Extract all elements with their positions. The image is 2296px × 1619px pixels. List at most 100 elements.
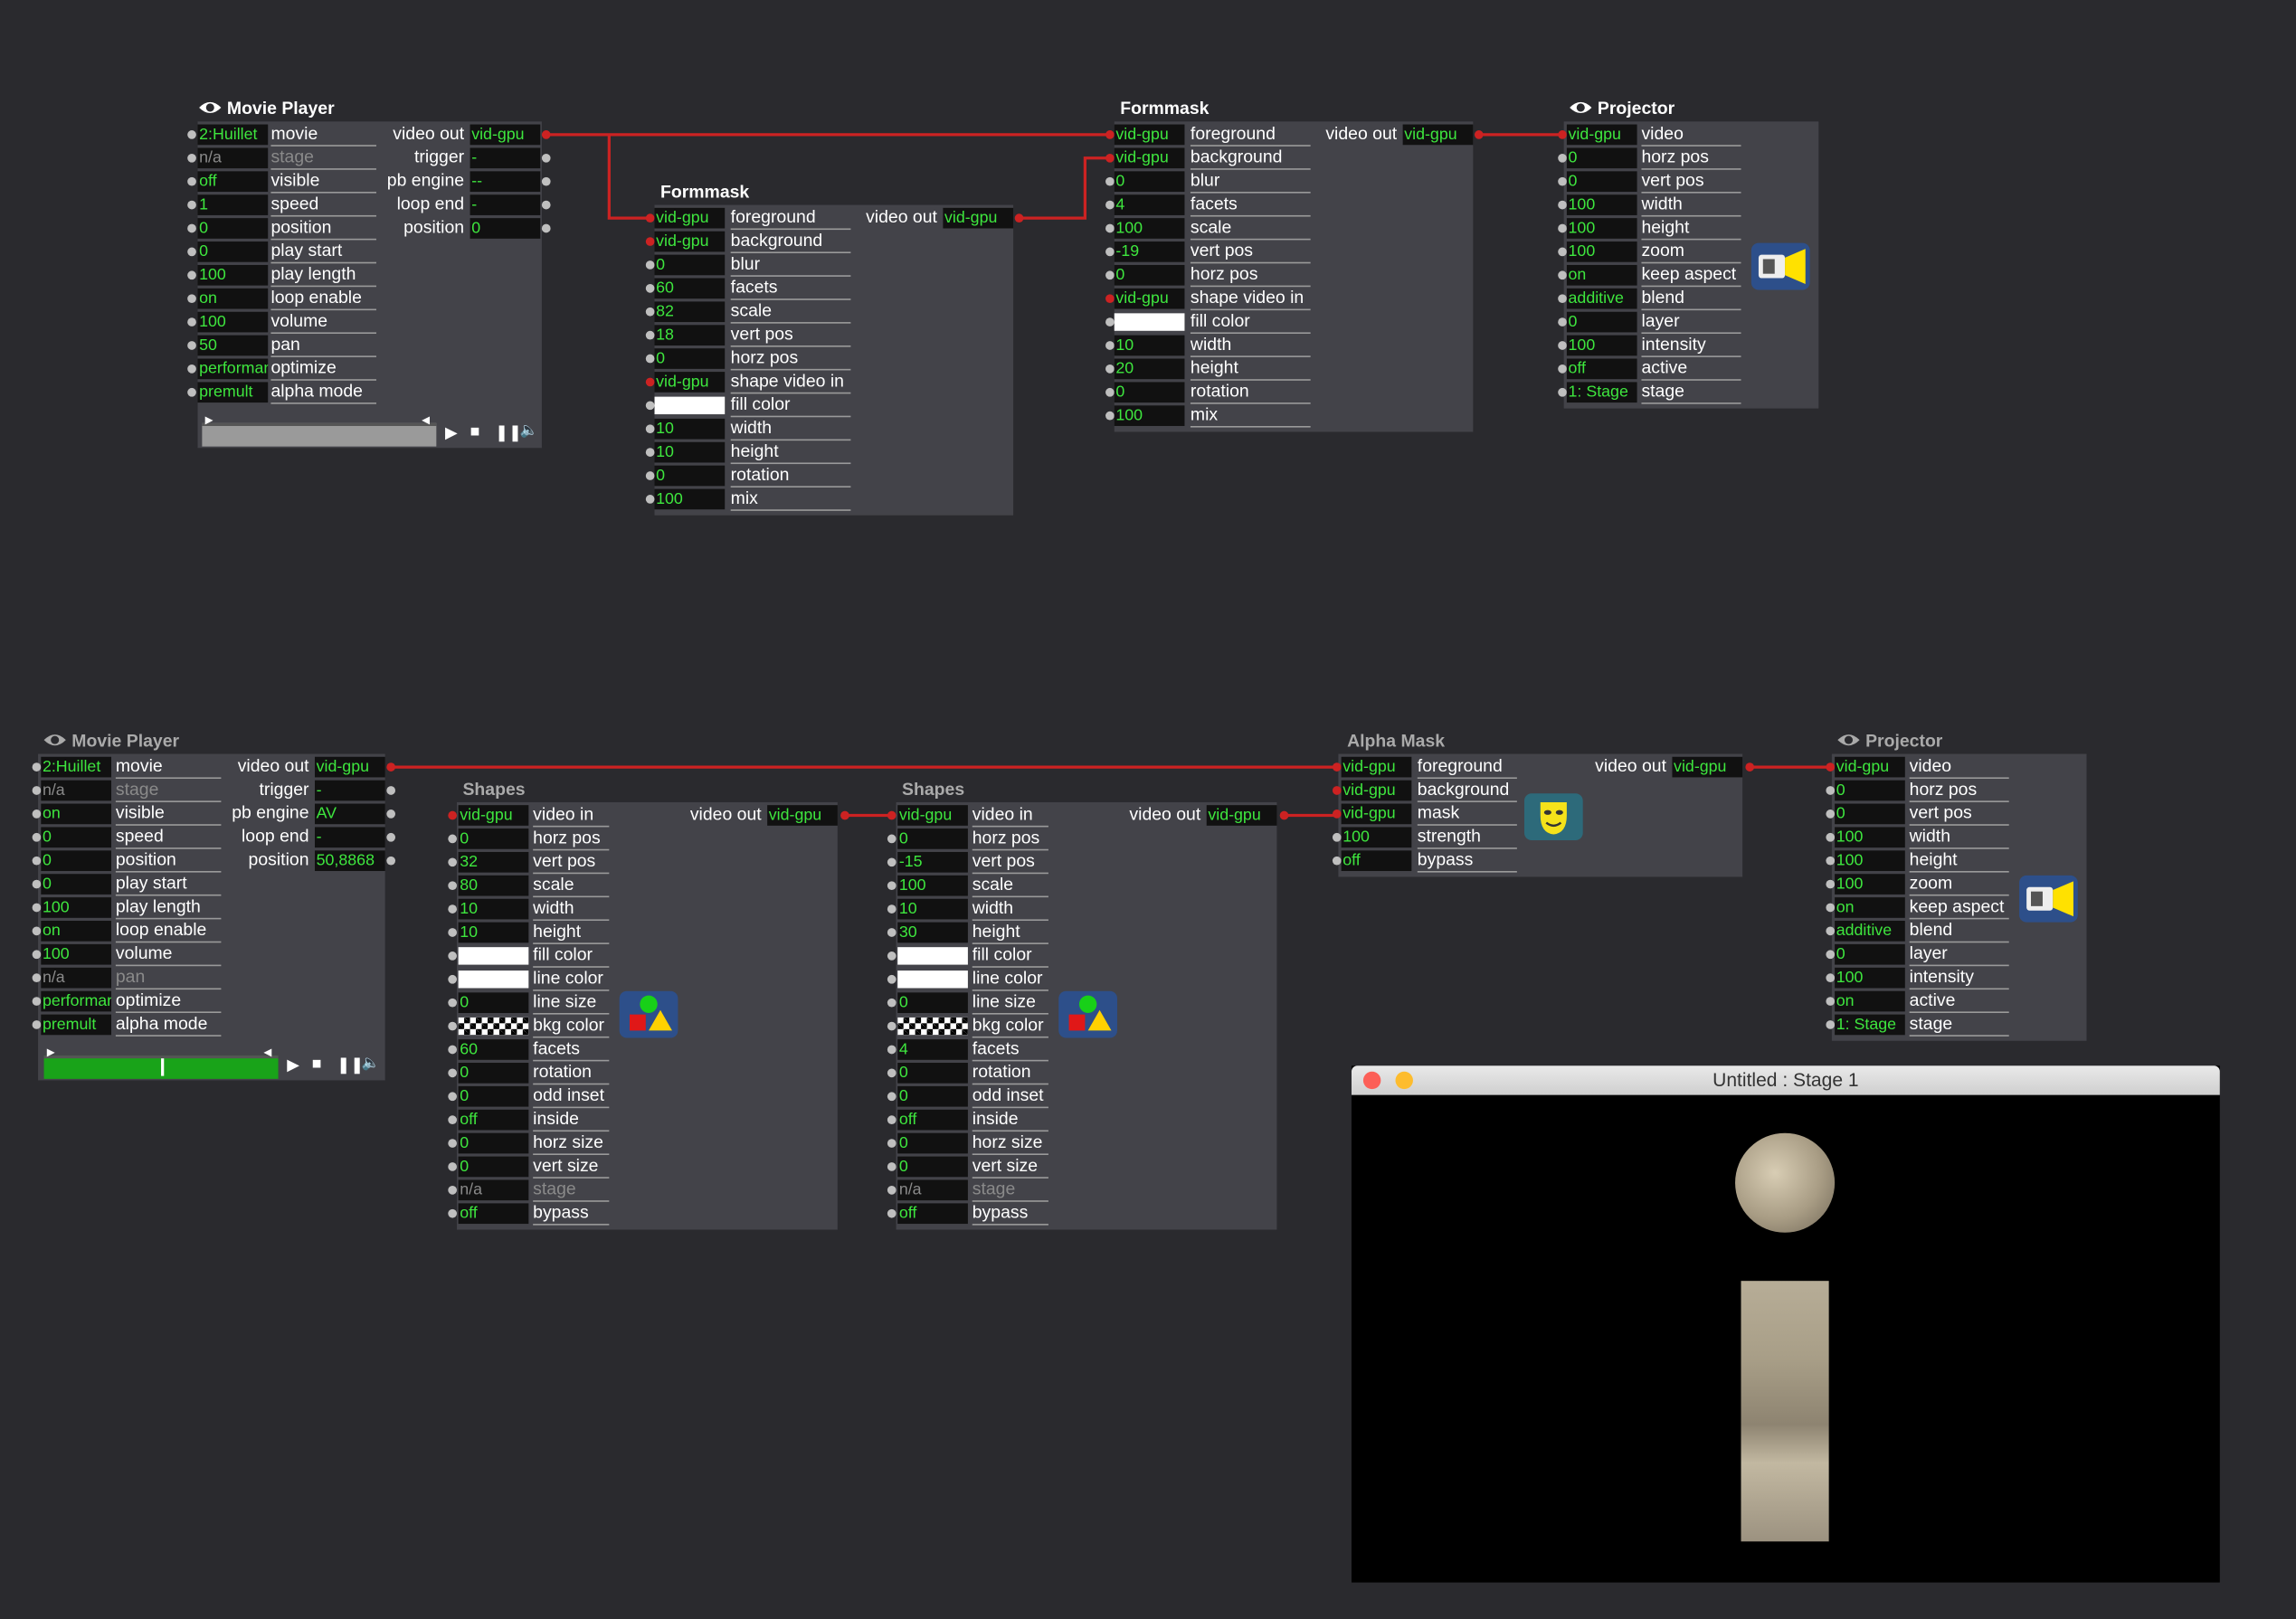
input-port[interactable]	[32, 762, 42, 772]
output-port[interactable]	[386, 832, 396, 842]
input-port[interactable]	[645, 307, 655, 317]
input-port[interactable]	[1105, 200, 1115, 210]
input-value[interactable]: premult	[197, 382, 269, 403]
input-value[interactable]: -19	[1114, 241, 1185, 262]
input-value[interactable]: 4	[897, 1039, 968, 1060]
input-port[interactable]	[448, 1068, 458, 1078]
input-port[interactable]	[1105, 130, 1115, 139]
input-value[interactable]: 100	[1566, 335, 1637, 356]
input-value[interactable]: 0	[654, 465, 726, 487]
input-port[interactable]	[1558, 365, 1567, 374]
input-port[interactable]	[448, 904, 458, 914]
input-port[interactable]	[32, 832, 42, 842]
input-value[interactable]: 0	[1566, 311, 1637, 333]
output-port[interactable]	[541, 223, 551, 233]
input-port[interactable]	[448, 881, 458, 891]
input-value[interactable]: n/a	[41, 780, 112, 801]
input-port[interactable]	[448, 928, 458, 937]
input-port[interactable]	[1826, 762, 1836, 772]
input-value[interactable]: on	[41, 921, 112, 942]
eye-icon[interactable]	[1569, 99, 1594, 116]
color-swatch[interactable]	[897, 970, 968, 989]
input-value[interactable]: vid-gpu	[654, 231, 726, 252]
input-value[interactable]: vid-gpu	[458, 805, 529, 826]
input-port[interactable]	[1332, 832, 1342, 842]
input-port[interactable]	[32, 786, 42, 795]
input-port[interactable]	[1558, 270, 1567, 280]
input-port[interactable]	[1105, 411, 1115, 421]
close-window-button[interactable]	[1362, 1071, 1381, 1090]
input-port[interactable]	[1826, 786, 1836, 795]
input-value[interactable]: 20	[1114, 358, 1185, 380]
input-port[interactable]	[448, 998, 458, 1008]
input-port[interactable]	[1105, 341, 1115, 350]
input-port[interactable]	[32, 879, 42, 889]
playback-progress-bar[interactable]	[202, 422, 437, 447]
input-value[interactable]: 100	[1566, 218, 1637, 239]
input-value[interactable]: vid-gpu	[654, 372, 726, 393]
input-value[interactable]: premult	[41, 1014, 112, 1036]
input-port[interactable]	[645, 330, 655, 340]
input-value[interactable]: on	[1835, 990, 1905, 1012]
input-port[interactable]	[187, 176, 196, 186]
input-value[interactable]: vid-gpu	[1341, 780, 1412, 801]
input-port[interactable]	[887, 1068, 897, 1078]
input-port[interactable]	[448, 834, 458, 844]
input-port[interactable]	[187, 200, 196, 210]
input-value[interactable]: 0	[197, 218, 269, 239]
input-port[interactable]	[448, 810, 458, 820]
output-port[interactable]	[1014, 213, 1024, 223]
input-port[interactable]	[887, 974, 897, 984]
output-port[interactable]	[541, 200, 551, 210]
input-port[interactable]	[1332, 786, 1342, 795]
input-value[interactable]: 0	[458, 992, 529, 1014]
eye-icon[interactable]	[1836, 732, 1862, 748]
input-port[interactable]	[887, 810, 897, 820]
volume-icon[interactable]: 🔈	[520, 423, 538, 440]
input-value[interactable]: 2:Huillet	[41, 756, 112, 778]
input-port[interactable]	[887, 998, 897, 1008]
input-port[interactable]	[1826, 832, 1836, 842]
input-value[interactable]: n/a	[197, 147, 269, 169]
input-port[interactable]	[1105, 365, 1115, 374]
input-port[interactable]	[1105, 317, 1115, 327]
input-value[interactable]: 32	[458, 851, 529, 873]
input-value[interactable]: on	[1835, 897, 1905, 918]
input-value[interactable]: 10	[458, 922, 529, 943]
input-port[interactable]	[448, 1162, 458, 1171]
input-value[interactable]: 0	[458, 1063, 529, 1084]
pause-icon[interactable]: ❚❚	[337, 1056, 364, 1075]
input-port[interactable]	[645, 401, 655, 411]
loop-end-marker[interactable]: ◂	[263, 1042, 271, 1061]
input-port[interactable]	[448, 1139, 458, 1148]
pause-icon[interactable]: ❚❚	[495, 423, 522, 441]
input-value[interactable]: -15	[897, 851, 968, 873]
input-value[interactable]: 82	[654, 301, 726, 323]
transparent-color-swatch[interactable]	[458, 1017, 529, 1036]
input-port[interactable]	[1332, 810, 1342, 819]
input-value[interactable]: 0	[897, 1085, 968, 1107]
input-port[interactable]	[32, 810, 42, 819]
input-port[interactable]	[1105, 387, 1115, 397]
play-icon[interactable]: ▶	[287, 1056, 299, 1075]
input-value[interactable]: 0	[1835, 780, 1905, 801]
input-port[interactable]	[1558, 387, 1567, 397]
input-value[interactable]: vid-gpu	[897, 805, 968, 826]
input-port[interactable]	[1105, 294, 1115, 304]
input-port[interactable]	[32, 856, 42, 866]
input-port[interactable]	[645, 354, 655, 364]
input-value[interactable]: 0	[1114, 382, 1185, 403]
input-port[interactable]	[1826, 856, 1836, 866]
input-port[interactable]	[1558, 176, 1567, 186]
eye-icon[interactable]	[198, 99, 223, 116]
input-port[interactable]	[645, 283, 655, 293]
input-value[interactable]: 0	[458, 1156, 529, 1178]
output-port[interactable]	[386, 786, 396, 795]
transparent-color-swatch[interactable]	[897, 1017, 968, 1036]
input-port[interactable]	[645, 260, 655, 270]
input-port[interactable]	[887, 1115, 897, 1125]
color-swatch[interactable]	[1114, 313, 1185, 331]
input-value[interactable]: 0	[458, 1085, 529, 1107]
input-value[interactable]: n/a	[897, 1179, 968, 1201]
input-port[interactable]	[1826, 1020, 1836, 1029]
